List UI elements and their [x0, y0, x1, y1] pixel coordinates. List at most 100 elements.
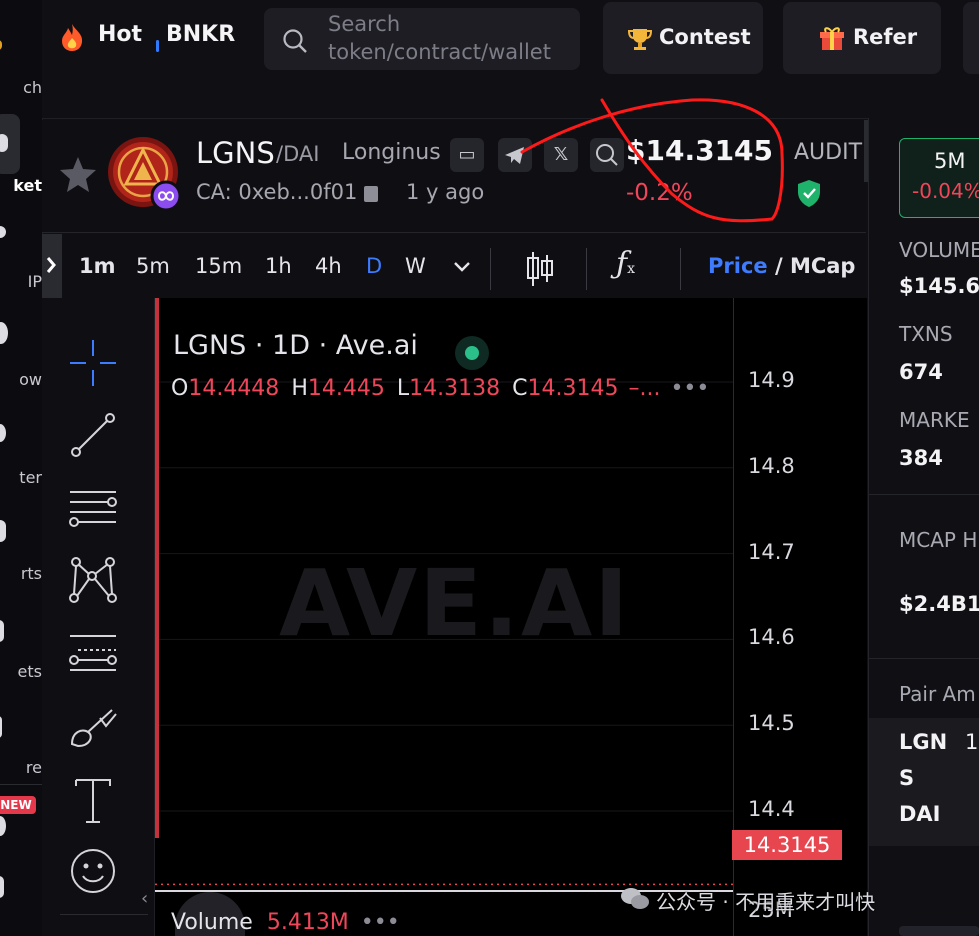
mcap-toggle[interactable]: MCap: [790, 254, 856, 278]
indicators-fx-icon[interactable]: ƒx: [616, 246, 635, 281]
expand-tools-button[interactable]: [42, 234, 62, 298]
live-status-dot: [455, 336, 489, 370]
makers-stat-label: MARKE: [899, 408, 970, 432]
wechat-icon: [621, 888, 649, 909]
y-tick-label: 14.9: [748, 368, 795, 392]
pair-token1: LGN: [899, 730, 948, 754]
search-icon: [283, 29, 307, 53]
pair-token1-cont: S: [899, 766, 915, 790]
sidebar-item-alerts[interactable]: rts: [0, 564, 42, 583]
contest-button[interactable]: Contest: [603, 2, 763, 74]
price-toggle[interactable]: Price: [708, 254, 768, 278]
hot-label[interactable]: Hot: [98, 22, 142, 47]
volume-label: Volume: [171, 910, 253, 935]
fib-retracement-icon[interactable]: [64, 624, 122, 682]
assets-icon: [0, 620, 4, 642]
red-annotation-circle: [520, 98, 784, 223]
chevron-left-icon[interactable]: ‹: [141, 888, 148, 909]
open-label: O: [171, 376, 189, 401]
star-icon[interactable]: [58, 154, 98, 194]
market-icon: [0, 134, 8, 152]
fire-icon: [62, 24, 83, 51]
sidebar-item-hunter[interactable]: ter: [0, 468, 42, 487]
candles-icon[interactable]: [524, 250, 556, 288]
search-input[interactable]: Search token/contract/wallet: [328, 10, 568, 66]
change-truncated: –...: [628, 376, 661, 401]
pattern-icon[interactable]: [64, 552, 122, 610]
timeframe-card-5m[interactable]: 5M -0.04%: [899, 138, 979, 218]
sidebar-item-assets[interactable]: ets: [0, 662, 42, 681]
token-name: Longinus: [342, 140, 441, 165]
pair-token1-amount: 1(: [965, 730, 979, 754]
timeframe-1m[interactable]: 1m: [79, 254, 116, 278]
current-price-tag: 14.3145: [732, 830, 842, 860]
brush-icon[interactable]: [64, 698, 122, 756]
gift-icon: [820, 27, 844, 50]
left-sidebar: ch ket IP ow ter rts ets re NEW: [0, 0, 43, 936]
refer-label: Refer: [853, 25, 918, 49]
timeframe-w[interactable]: W: [405, 254, 426, 278]
open-value: 14.4448: [188, 376, 280, 401]
toolbar-divider: [490, 248, 491, 290]
emoji-icon[interactable]: [64, 842, 122, 900]
mcap-value: $2.4B1,: [899, 592, 979, 616]
chart-title: LGNS · 1D · Ave.ai: [173, 330, 418, 361]
timeframe-1h[interactable]: 1h: [265, 254, 292, 278]
volume-more-icon[interactable]: •••: [361, 910, 400, 935]
search-box[interactable]: Search token/contract/wallet: [264, 8, 580, 70]
price-chart[interactable]: AVE.AI LGNS · 1D · Ave.ai O14.4448 H14.44…: [141, 298, 733, 936]
token-age: 1 y ago: [406, 180, 485, 204]
timeframe-5m[interactable]: 5m: [136, 254, 170, 278]
ohlc-more-icon[interactable]: •••: [670, 376, 709, 401]
ticker-accent: [156, 40, 159, 52]
token-quote: /DAI: [276, 142, 320, 166]
high-value: 14.445: [307, 376, 385, 401]
volume-legend: Volume 5.413M •••: [171, 910, 400, 935]
timeframe-d[interactable]: D: [366, 254, 382, 278]
volume-stat-label: VOLUME: [899, 238, 979, 262]
token-symbol: LGNS: [196, 136, 275, 170]
chart-watermark: AVE.AI: [279, 550, 631, 657]
token-logo: [108, 137, 182, 212]
mcap-label: MCAP H: [899, 528, 978, 552]
volume-value: 5.413M: [266, 910, 349, 935]
sidebar-item-market[interactable]: ket: [0, 176, 42, 195]
chevron-down-icon[interactable]: [452, 260, 472, 274]
topbar-cut-button[interactable]: [963, 2, 979, 74]
sidebar-item-follow[interactable]: ow: [0, 370, 42, 389]
timeframe-4h[interactable]: 4h: [315, 254, 342, 278]
refer-button[interactable]: Refer: [783, 2, 941, 74]
toolbar-divider: [680, 248, 681, 290]
price-axis[interactable]: 14.9 14.8 14.7 14.6 14.5 14.4 14.3145 25M: [732, 298, 867, 936]
alerts-icon: [0, 520, 6, 542]
copy-address-icon[interactable]: [364, 186, 378, 202]
close-value: 14.3145: [527, 376, 619, 401]
new-badge: NEW: [0, 796, 36, 814]
copy-pair-icon[interactable]: ▭: [450, 138, 484, 172]
pair-amount-table: LGN 1( S DAI: [869, 718, 979, 846]
y-tick-label: 14.8: [748, 453, 795, 478]
txns-stat-label: TXNS: [899, 322, 953, 346]
timeframe-15m[interactable]: 15m: [195, 254, 242, 278]
pair-token2: DAI: [899, 802, 941, 826]
crosshair-icon[interactable]: [64, 334, 122, 392]
sidebar-item-ip[interactable]: IP: [0, 272, 42, 291]
sidebar-item-more[interactable]: re: [0, 758, 42, 777]
trend-line-icon[interactable]: [64, 406, 122, 464]
drawing-tools: [42, 298, 155, 936]
y-tick-label: 14.7: [748, 539, 795, 564]
contract-address[interactable]: CA: 0xeb...0f01: [196, 180, 357, 204]
parallel-channel-icon[interactable]: [64, 480, 122, 538]
ticker-bnkr[interactable]: BNKR: [166, 22, 235, 47]
panel-divider: [869, 658, 979, 659]
low-value: 14.3138: [409, 376, 501, 401]
price-mcap-toggle[interactable]: Price / MCap: [708, 254, 855, 278]
panel-divider: [869, 494, 979, 495]
toggle-separator: /: [767, 254, 790, 278]
token-header: LGNS /DAI Longinus ▭ 𝕏 $14.3145 -0.2% AU…: [42, 98, 888, 233]
text-tool-icon[interactable]: [64, 772, 122, 830]
sidebar-icon: [0, 40, 2, 50]
txns-stat-value: 674: [899, 360, 943, 384]
sidebar-item-search[interactable]: ch: [0, 78, 42, 97]
y-tick-label: 14.5: [748, 711, 795, 736]
